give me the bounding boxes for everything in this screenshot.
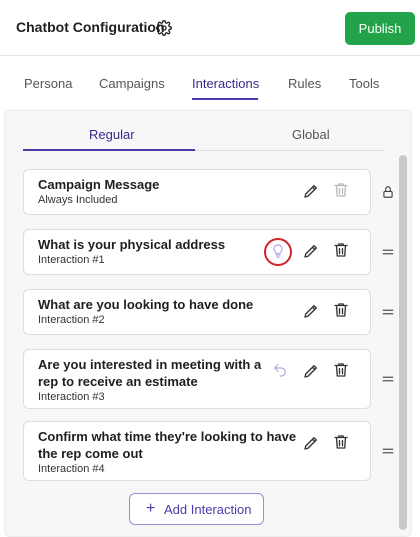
- tab-tools[interactable]: Tools: [349, 76, 379, 91]
- drag-handle-icon[interactable]: [381, 305, 395, 319]
- trash-icon[interactable]: [332, 241, 350, 259]
- pencil-icon[interactable]: [302, 362, 320, 380]
- interaction-title: Are you interested in meeting with a: [38, 357, 262, 372]
- interaction-subtitle: Always Included: [38, 194, 118, 206]
- drag-handle-icon[interactable]: [381, 245, 395, 259]
- interaction-subtitle: Interaction #2: [38, 314, 105, 326]
- tab-campaigns[interactable]: Campaigns: [99, 76, 165, 91]
- interaction-subtitle: Interaction #1: [38, 254, 105, 266]
- interaction-card-campaign-message[interactable]: Campaign Message Always Included: [23, 169, 371, 215]
- lock-icon: [383, 186, 393, 198]
- interaction-title: Confirm what time they're looking to hav…: [38, 429, 297, 444]
- pencil-icon[interactable]: [302, 434, 320, 452]
- gear-icon[interactable]: [156, 20, 172, 36]
- interaction-subtitle: Interaction #3: [38, 391, 105, 403]
- interaction-card-4[interactable]: Confirm what time they're looking to hav…: [23, 421, 371, 481]
- plus-icon: +: [146, 500, 156, 517]
- tab-persona[interactable]: Persona: [24, 76, 72, 91]
- interaction-title: Campaign Message: [38, 177, 160, 192]
- header-bar: Chatbot Configuration Publish: [0, 0, 420, 56]
- interaction-title-line-2: the rep come out: [38, 446, 143, 461]
- trash-icon: [334, 183, 348, 197]
- interaction-card-3[interactable]: Are you interested in meeting with a rep…: [23, 349, 371, 409]
- pencil-icon[interactable]: [302, 302, 320, 320]
- lightbulb-icon[interactable]: [270, 243, 286, 259]
- drag-handle-icon[interactable]: [381, 444, 395, 458]
- trash-icon[interactable]: [332, 361, 350, 379]
- trash-icon[interactable]: [332, 433, 350, 451]
- interaction-title: What is your physical address: [38, 237, 226, 252]
- subtab-global[interactable]: Global: [292, 127, 330, 142]
- trash-icon[interactable]: [332, 301, 350, 319]
- active-tab-indicator: [192, 98, 258, 100]
- interactions-panel: Regular Global Campaign Message Always I…: [4, 110, 412, 537]
- page-title: Chatbot Configuration: [16, 19, 165, 35]
- add-interaction-button[interactable]: + Add Interaction: [129, 493, 264, 525]
- interaction-subtitle: Interaction #4: [38, 463, 105, 475]
- main-tabs: Persona Campaigns Interactions Rules Too…: [0, 62, 420, 102]
- subtab-regular[interactable]: Regular: [89, 127, 135, 142]
- interaction-title: What are you looking to have done: [38, 297, 254, 312]
- interaction-card-2[interactable]: What are you looking to have done Intera…: [23, 289, 371, 335]
- pencil-icon[interactable]: [302, 242, 320, 260]
- pencil-icon[interactable]: [302, 182, 320, 200]
- interaction-card-1[interactable]: What is your physical address Interactio…: [23, 229, 371, 275]
- subtab-divider: [195, 150, 385, 151]
- add-interaction-label: Add Interaction: [164, 502, 252, 517]
- scrollbar-thumb[interactable]: [399, 155, 407, 530]
- tab-rules[interactable]: Rules: [288, 76, 321, 91]
- publish-button[interactable]: Publish: [345, 12, 415, 45]
- drag-handle-icon[interactable]: [381, 372, 395, 386]
- active-subtab-indicator: [23, 149, 195, 151]
- undo-icon[interactable]: [272, 362, 288, 378]
- interaction-title-line-2: rep to receive an estimate: [38, 374, 198, 389]
- tab-interactions[interactable]: Interactions: [192, 76, 259, 91]
